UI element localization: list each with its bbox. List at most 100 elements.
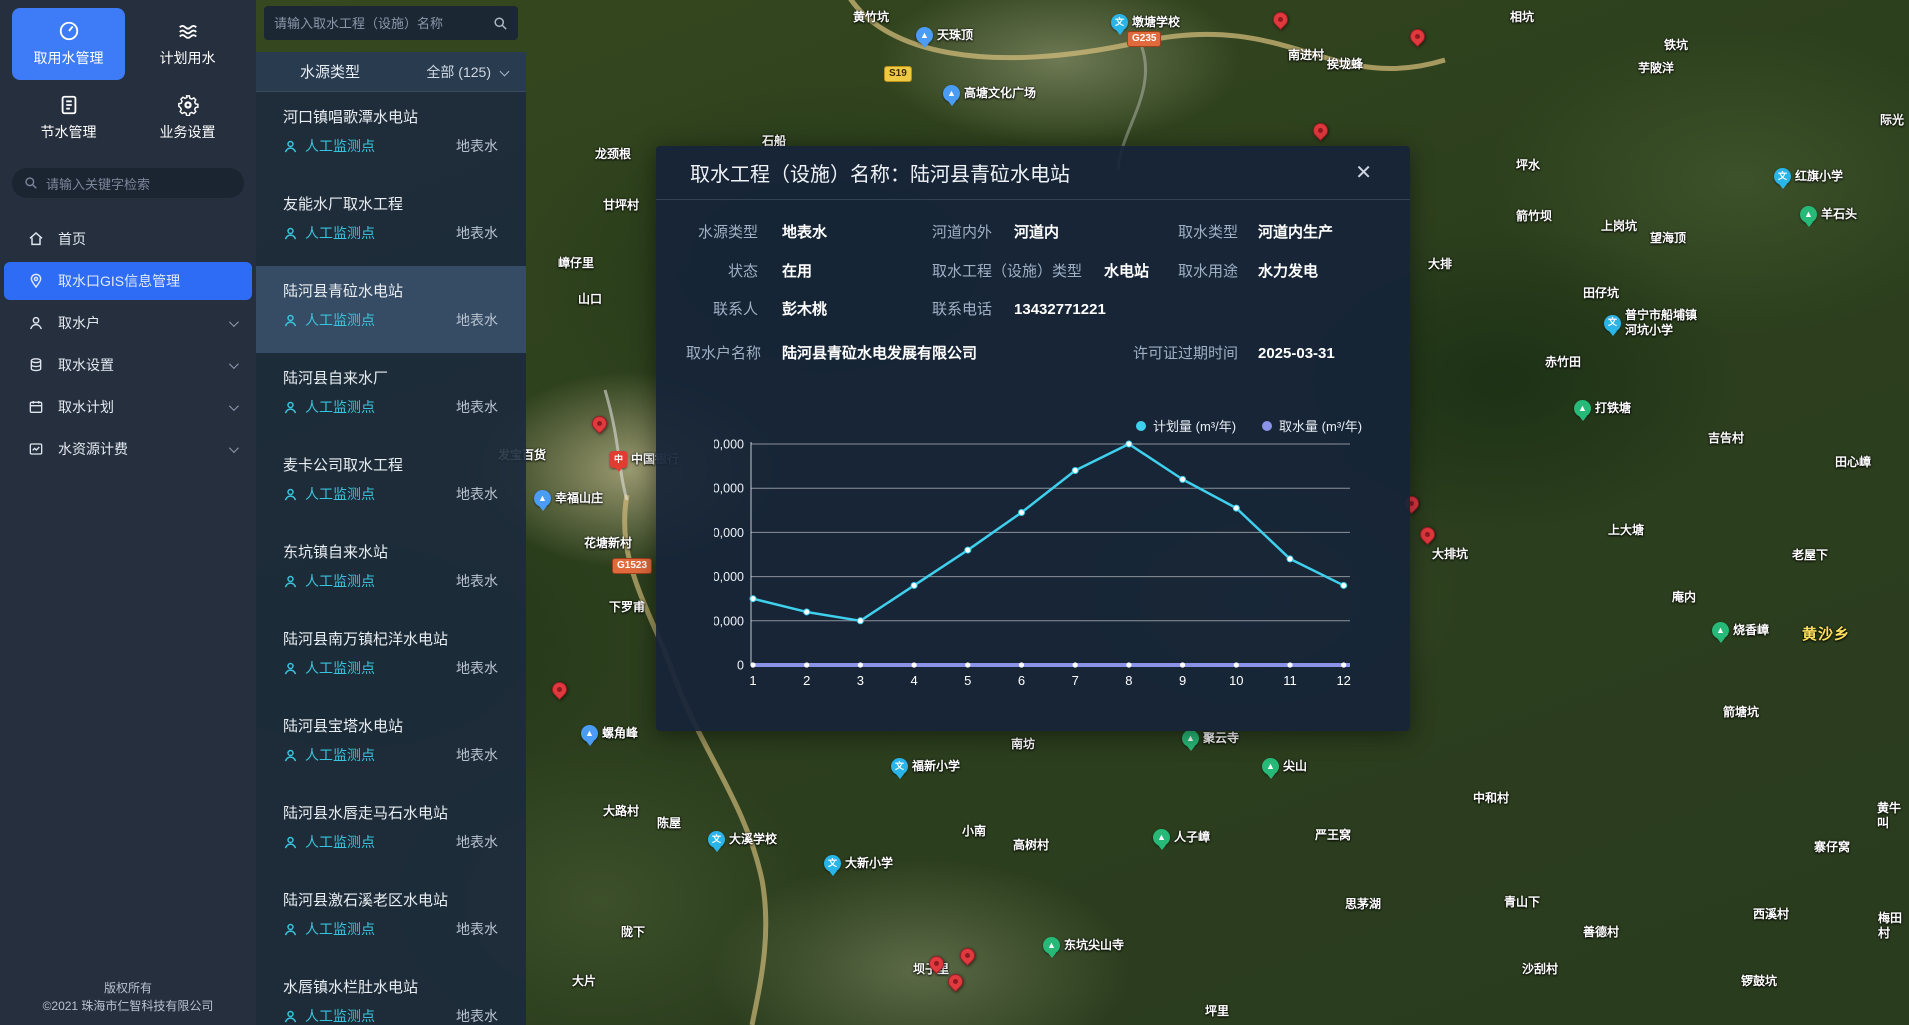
person-icon [283,313,298,328]
svg-text:5: 5 [964,673,971,688]
school-badge-icon[interactable]: 文 [708,831,725,848]
svg-text:3: 3 [857,673,864,688]
chevron-down-icon [229,317,239,327]
station-list-item[interactable]: 陆河县南万镇杞洋水电站人工监测点地表水 [256,614,526,701]
chevron-down-icon [229,359,239,369]
station-name: 东坑镇自来水站 [283,541,498,562]
bank-badge-icon[interactable]: 中 [610,451,627,468]
tile-planned-water-use[interactable]: 计划用水 [131,8,244,80]
scenic-badge-icon[interactable]: ▲ [1262,758,1279,775]
station-list-item[interactable]: 陆河县宝塔水电站人工监测点地表水 [256,701,526,788]
map-label[interactable]: ▲螺角峰 [581,725,638,742]
map-label: 大排 [1428,257,1452,272]
field: 联系电话13432771221 [932,298,1106,319]
field-label: 状态 [686,260,758,281]
monitor-type: 人工监测点 [305,832,375,852]
legend-dot-plan [1136,421,1146,431]
poi-badge-icon[interactable]: ▲ [943,85,960,102]
poi-badge-icon[interactable]: ▲ [916,27,933,44]
map-label[interactable]: ▲高塘文化广场 [943,85,1036,102]
monitor-type: 人工监测点 [305,310,375,330]
school-badge-icon[interactable]: 文 [1774,168,1791,185]
map-label[interactable]: ▲东坑尖山寺 [1043,937,1124,954]
map-label: 梅田村 [1878,911,1909,941]
map-label[interactable]: 文墩塘学校 [1111,14,1180,31]
legend-item-plan[interactable]: 计划量 (m³/年) [1136,416,1236,435]
person-icon [283,661,298,676]
tile-water-saving-management[interactable]: 节水管理 [12,82,125,154]
close-icon[interactable]: ✕ [1351,159,1376,187]
scenic-badge-icon[interactable]: ▲ [1153,829,1170,846]
station-name: 河口镇唱歌潭水电站 [283,106,498,127]
station-search-box[interactable] [264,6,518,40]
map-label: 黄牛叫 [1877,801,1909,831]
monitor-type: 人工监测点 [305,1006,375,1025]
sidebar-item-intake-settings[interactable]: 取水设置 [4,346,252,384]
billing-icon [28,441,44,457]
station-list-item[interactable]: 水唇镇水栏肚水电站人工监测点地表水 [256,962,526,1025]
tile-business-settings[interactable]: 业务设置 [131,82,244,154]
station-list-item[interactable]: 河口镇唱歌潭水电站人工监测点地表水 [256,92,526,179]
poi-badge-icon[interactable]: ▲ [581,725,598,742]
intake-line-chart[interactable]: 01,000,0002,000,0003,000,0004,000,0005,0… [714,434,1364,692]
sidebar-item-gis-management[interactable]: 取水口GIS信息管理 [4,262,252,300]
map-label: 青山下 [1504,895,1540,910]
map-label[interactable]: 文普宁市船埔镇 河坑小学 [1604,308,1697,338]
station-list-item[interactable]: 东坑镇自来水站人工监测点地表水 [256,527,526,614]
sidebar-search[interactable]: 请输入关键字检索 [12,168,244,198]
water-source-type: 地表水 [456,484,498,504]
scenic-badge-icon[interactable]: ▲ [1712,622,1729,639]
map-label[interactable]: 文红旗小学 [1774,168,1843,185]
sidebar-item-home[interactable]: 首页 [4,220,252,258]
station-list-body: 水源类型 全部 (125) 河口镇唱歌潭水电站人工监测点地表水友能水厂取水工程人… [256,52,526,1025]
map-label: 南坊 [1011,737,1035,752]
map-label: 南进村 [1288,48,1324,63]
station-list-item[interactable]: 陆河县激石溪老区水电站人工监测点地表水 [256,875,526,962]
scenic-badge-icon[interactable]: ▲ [1800,206,1817,223]
map-label[interactable]: ▲幸福山庄 [534,490,603,507]
map-label[interactable]: ▲羊石头 [1800,206,1857,223]
school-badge-icon[interactable]: 文 [1604,315,1621,332]
water-source-type-filter[interactable]: 水源类型 全部 (125) [256,52,526,92]
map-label[interactable]: 文大新小学 [824,855,893,872]
map-label: 嶂仔里 [558,256,594,271]
map-label: 上大塘 [1608,523,1644,538]
tile-water-intake-management[interactable]: 取用水管理 [12,8,125,80]
station-list-item[interactable]: 麦卡公司取水工程人工监测点地表水 [256,440,526,527]
map-label[interactable]: ▲烧香嶂 [1712,622,1769,639]
sidebar-item-intake-plan[interactable]: 取水计划 [4,388,252,426]
map-label[interactable]: 文福新小学 [891,758,960,775]
person-icon [283,400,298,415]
station-list-item[interactable]: 陆河县水唇走马石水电站人工监测点地表水 [256,788,526,875]
modal-field-row: 状态在用取水工程（设施）类型水电站取水用途水力发电 [656,260,1410,282]
scenic-badge-icon[interactable]: ▲ [1574,400,1591,417]
station-search-input[interactable] [274,16,493,31]
map-label: 中和村 [1473,791,1509,806]
scenic-badge-icon[interactable]: ▲ [1182,730,1199,747]
station-list-item[interactable]: 陆河县青砬水电站人工监测点地表水 [256,266,526,353]
legend-item-intake[interactable]: 取水量 (m³/年) [1262,416,1362,435]
map-label: 铁坑 [1664,38,1688,53]
map-label[interactable]: ▲聚云寺 [1182,730,1239,747]
scenic-badge-icon[interactable]: ▲ [1043,937,1060,954]
map-label: 甘坪村 [603,198,639,213]
station-list-item[interactable]: 陆河县自来水厂人工监测点地表水 [256,353,526,440]
map-label: 际光 [1880,113,1904,128]
sidebar-item-water-billing[interactable]: 水资源计费 [4,430,252,468]
sidebar-item-water-users[interactable]: 取水户 [4,304,252,342]
station-list-item[interactable]: 友能水厂取水工程人工监测点地表水 [256,179,526,266]
map-label[interactable]: ▲尖山 [1262,758,1307,775]
school-badge-icon[interactable]: 文 [824,855,841,872]
school-badge-icon[interactable]: 文 [1111,14,1128,31]
svg-text:4,000,000: 4,000,000 [714,482,744,496]
menu-label: 取水设置 [58,355,114,375]
map-label[interactable]: ▲天珠顶 [916,27,973,44]
poi-badge-icon[interactable]: ▲ [534,490,551,507]
map-label[interactable]: ▲打铁塘 [1574,400,1631,417]
school-badge-icon[interactable]: 文 [891,758,908,775]
modal-title: 取水工程（设施）名称：陆河县青砬水电站 [690,158,1070,187]
map-label[interactable]: ▲人子嶂 [1153,829,1210,846]
road-shield: S19 [884,66,912,82]
map-label[interactable]: 文大溪学校 [708,831,777,848]
map-label: 花塘新村 [584,536,632,551]
